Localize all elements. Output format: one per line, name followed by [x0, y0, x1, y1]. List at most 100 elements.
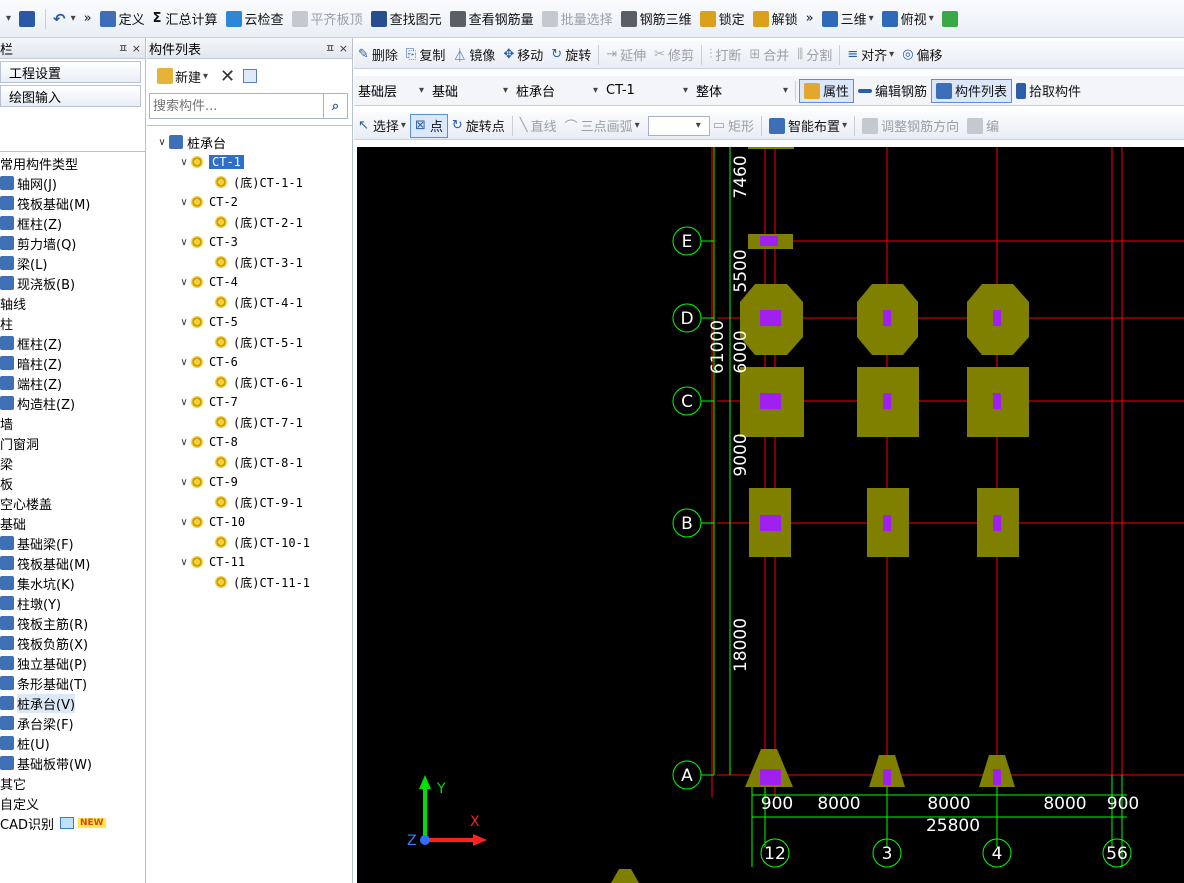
- arc-tool-button[interactable]: ⌒ 三点画弧 ▾: [561, 113, 644, 139]
- line-tool-button[interactable]: ╲ 直线: [516, 113, 561, 139]
- component-search-input[interactable]: [150, 94, 323, 118]
- delete-component-icon[interactable]: ✕: [220, 66, 235, 87]
- nav-item[interactable]: 空心楼盖: [0, 493, 145, 513]
- align-button[interactable]: ≡ 对齐 ▾: [843, 42, 898, 68]
- nav-item[interactable]: 自定义: [0, 793, 145, 813]
- category-select[interactable]: 基础 ▾: [428, 80, 512, 102]
- tree-subcomponent-item[interactable]: (底)CT-11-1: [147, 572, 352, 592]
- nav-item[interactable]: 剪力墙(Q): [0, 233, 145, 253]
- drawing-canvas[interactable]: E D C B A 12 3 4 56 7460 5500 6000 61000…: [357, 147, 1184, 883]
- save-button[interactable]: [15, 6, 42, 32]
- tree-subcomponent-item[interactable]: (底)CT-10-1: [147, 532, 352, 552]
- nav-item[interactable]: 筏板基础(M): [0, 553, 145, 573]
- nav-item[interactable]: 基础梁(F): [0, 533, 145, 553]
- tree-component-item[interactable]: ∨ CT-1: [147, 152, 352, 172]
- nav-item[interactable]: 筏板主筋(R): [0, 613, 145, 633]
- pick-component-button[interactable]: 拾取构件: [1012, 78, 1085, 104]
- nav-item[interactable]: 轴线: [0, 293, 145, 313]
- nav-item[interactable]: 筏板负筋(X): [0, 633, 145, 653]
- chevron-down-icon[interactable]: ∨: [177, 517, 191, 528]
- menu-dropdown-arrow[interactable]: ▾: [0, 6, 15, 32]
- trim-button[interactable]: ✂ 修剪: [650, 42, 698, 68]
- chevron-down-icon[interactable]: ∨: [177, 197, 191, 208]
- nav-item[interactable]: 框柱(Z): [0, 213, 145, 233]
- cad-drawing[interactable]: E D C B A 12 3 4 56 7460 5500 6000 61000…: [357, 147, 1184, 883]
- nav-item[interactable]: 其它: [0, 773, 145, 793]
- nav-item[interactable]: 筏板基础(M): [0, 193, 145, 213]
- mirror-button[interactable]: ⏃ 镜像: [449, 42, 499, 68]
- chevron-down-icon[interactable]: ∨: [177, 357, 191, 368]
- merge-button[interactable]: ⊞ 合并: [745, 42, 793, 68]
- copy-component-icon[interactable]: [243, 69, 258, 83]
- nav-item[interactable]: 墙: [0, 413, 145, 433]
- floor-select[interactable]: 基础层 ▾: [354, 80, 428, 102]
- nav-item[interactable]: 梁: [0, 453, 145, 473]
- component-list-toggle-button[interactable]: 构件列表: [931, 78, 1013, 103]
- chevron-down-icon[interactable]: ∨: [177, 157, 191, 168]
- nav-item[interactable]: 基础: [0, 513, 145, 533]
- tree-subcomponent-item[interactable]: (底)CT-5-1: [147, 332, 352, 352]
- break-button[interactable]: ⫶ 打断: [705, 42, 745, 68]
- smart-place-button[interactable]: 智能布置 ▾: [765, 113, 851, 139]
- delete-button[interactable]: ✎ 删除: [354, 42, 402, 68]
- type-select[interactable]: 桩承台 ▾: [512, 80, 602, 102]
- extra-tool-button[interactable]: [938, 6, 965, 32]
- chevron-down-icon[interactable]: ∨: [177, 477, 191, 488]
- nav-item[interactable]: 基础板带(W): [0, 753, 145, 773]
- lock-button[interactable]: 锁定: [696, 6, 749, 32]
- chevron-down-icon[interactable]: ∨: [177, 557, 191, 568]
- nav-item[interactable]: 端柱(Z): [0, 373, 145, 393]
- tree-subcomponent-item[interactable]: (底)CT-8-1: [147, 452, 352, 472]
- nav-item[interactable]: 板: [0, 473, 145, 493]
- select-tool-button[interactable]: ↖ 选择 ▾: [354, 113, 410, 139]
- tree-component-item[interactable]: ∨ CT-3: [147, 232, 352, 252]
- rebar-3d-button[interactable]: 钢筋三维: [617, 6, 696, 32]
- tree-component-item[interactable]: ∨ CT-6: [147, 352, 352, 372]
- unlock-button[interactable]: 解锁: [749, 6, 802, 32]
- edit-rebar-button[interactable]: 编辑钢筋: [854, 78, 931, 104]
- tree-subcomponent-item[interactable]: (底)CT-6-1: [147, 372, 352, 392]
- find-element-button[interactable]: 查找图元: [367, 6, 446, 32]
- rotate-button[interactable]: ↻ 旋转: [547, 42, 595, 68]
- define-button[interactable]: 定义: [96, 6, 149, 32]
- tree-subcomponent-item[interactable]: (底)CT-9-1: [147, 492, 352, 512]
- panel-pin-close[interactable]: ㅍ ×: [118, 40, 141, 56]
- view-rebar-qty-button[interactable]: 查看钢筋量: [446, 6, 538, 32]
- tree-root[interactable]: ∨ 桩承台: [147, 132, 352, 152]
- tree-subcomponent-item[interactable]: (底)CT-3-1: [147, 252, 352, 272]
- tree-component-item[interactable]: ∨ CT-7: [147, 392, 352, 412]
- chevron-down-icon[interactable]: ∨: [177, 437, 191, 448]
- cloud-check-button[interactable]: 云检查: [222, 6, 288, 32]
- align-slab-button[interactable]: 平齐板顶: [288, 6, 367, 32]
- summary-calc-button[interactable]: Σ 汇总计算: [149, 6, 222, 32]
- project-settings-button[interactable]: 工程设置: [0, 61, 141, 83]
- chevron-down-icon[interactable]: ∨: [177, 397, 191, 408]
- tree-component-item[interactable]: ∨ CT-4: [147, 272, 352, 292]
- extend-button[interactable]: ⇥ 延伸: [602, 42, 650, 68]
- tree-component-item[interactable]: ∨ CT-5: [147, 312, 352, 332]
- rotate-point-button[interactable]: ↻ 旋转点: [448, 113, 509, 139]
- chevron-down-icon[interactable]: ∨: [155, 137, 169, 148]
- tree-component-item[interactable]: ∨ CT-10: [147, 512, 352, 532]
- tree-subcomponent-item[interactable]: (底)CT-1-1: [147, 172, 352, 192]
- undo-button[interactable]: ↶ ▾: [49, 6, 80, 32]
- nav-item[interactable]: 构造柱(Z): [0, 393, 145, 413]
- nav-item[interactable]: 桩(U): [0, 733, 145, 753]
- nav-item[interactable]: 柱墩(Y): [0, 593, 145, 613]
- nav-item[interactable]: 柱: [0, 313, 145, 333]
- nav-item[interactable]: 常用构件类型: [0, 153, 145, 173]
- tree-component-item[interactable]: ∨ CT-9: [147, 472, 352, 492]
- copy-button[interactable]: ⎘ 复制: [402, 42, 449, 68]
- move-button[interactable]: ✥ 移动: [499, 42, 547, 68]
- nav-item[interactable]: 独立基础(P): [0, 653, 145, 673]
- chevron-down-icon[interactable]: ∨: [177, 277, 191, 288]
- nav-item[interactable]: 桩承台(V): [0, 693, 145, 713]
- tree-subcomponent-item[interactable]: (底)CT-7-1: [147, 412, 352, 432]
- nav-item[interactable]: 暗柱(Z): [0, 353, 145, 373]
- batch-select-button[interactable]: 批量选择: [538, 6, 617, 32]
- rect-tool-button[interactable]: ▭ 矩形: [709, 113, 758, 139]
- adjust-rebar-dir-button[interactable]: 调整钢筋方向: [858, 113, 963, 139]
- new-component-button[interactable]: 新建 ▾: [153, 63, 212, 89]
- tree-component-item[interactable]: ∨ CT-8: [147, 432, 352, 452]
- nav-item[interactable]: 条形基础(T): [0, 673, 145, 693]
